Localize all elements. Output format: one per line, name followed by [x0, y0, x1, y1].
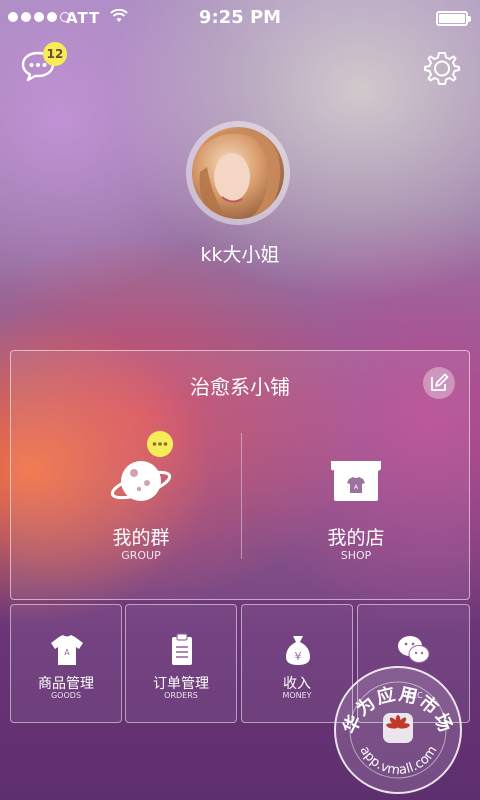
- orders-label: 订单管理: [153, 676, 209, 692]
- vmall-watermark-logo: 华为应用市场 app.vmall.com: [334, 666, 462, 794]
- goods-label: 商品管理: [38, 676, 94, 692]
- shop-divider: [241, 433, 242, 559]
- avatar[interactable]: [192, 127, 284, 219]
- avatar-frame[interactable]: [186, 121, 290, 225]
- storefront-icon: A: [331, 461, 381, 501]
- profile-username: kk大小姐: [200, 244, 280, 266]
- planet-icon: [111, 461, 171, 501]
- my-shop-sub: SHOP: [340, 549, 372, 562]
- orders-sub: ORDERS: [164, 691, 198, 700]
- orders-management-tile[interactable]: 订单管理 ORDERS: [125, 604, 237, 723]
- money-bag-icon: ¥: [286, 636, 310, 665]
- edit-shop-button[interactable]: [423, 367, 455, 399]
- goods-management-tile[interactable]: A 商品管理 GOODS: [10, 604, 122, 723]
- my-shop-label: 我的店: [327, 527, 385, 549]
- status-bar: ATT 9:25 PM: [0, 0, 480, 34]
- tshirt-icon: A: [51, 635, 83, 665]
- my-shop-tile[interactable]: A 我的店 SHOP: [286, 445, 426, 575]
- battery-icon: [436, 11, 471, 26]
- my-group-sub: GROUP: [121, 549, 161, 562]
- svg-text:A: A: [64, 648, 70, 657]
- group-more-icon[interactable]: [147, 431, 173, 457]
- my-group-label: 我的群: [112, 527, 170, 549]
- shop-title: 治愈系小铺: [190, 375, 290, 399]
- svg-text:¥: ¥: [295, 650, 302, 663]
- shop-card: 治愈系小铺 我的群 GROUP A 我的店 SHOP: [10, 350, 470, 600]
- messages-badge: 12: [43, 42, 67, 66]
- my-group-tile[interactable]: 我的群 GROUP: [71, 445, 211, 575]
- clipboard-icon: [172, 633, 192, 665]
- goods-sub: GOODS: [50, 691, 82, 700]
- settings-gear-icon[interactable]: [424, 50, 460, 86]
- wechat-icon: [398, 636, 430, 663]
- battery-level: [439, 14, 465, 23]
- status-time: 9:25 PM: [198, 7, 282, 28]
